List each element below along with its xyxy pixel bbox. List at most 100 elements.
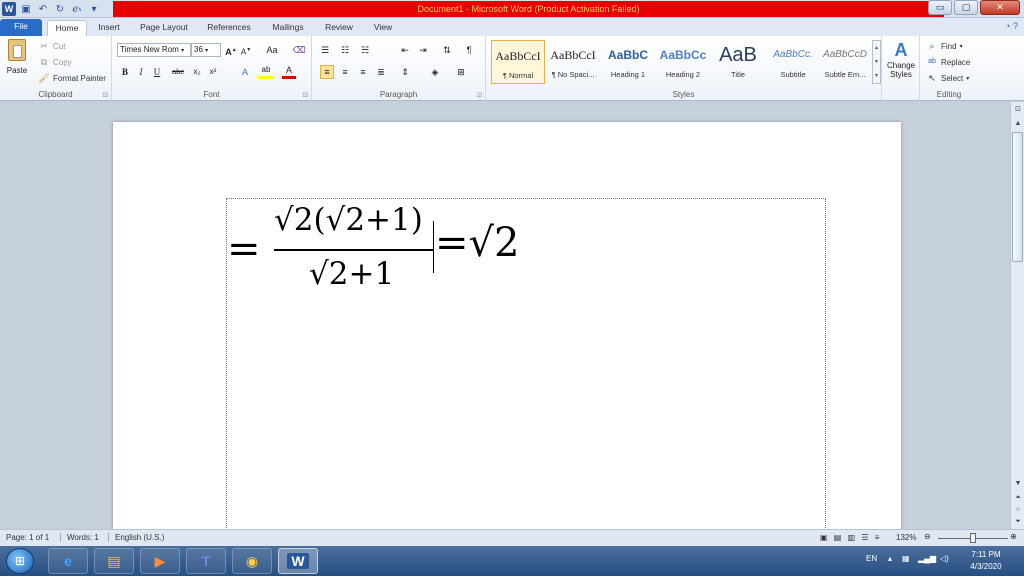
- teams-icon[interactable]: T: [186, 548, 226, 574]
- tray-clock[interactable]: 7:11 PM 4/3/2020: [958, 549, 1014, 573]
- undo-icon[interactable]: ↶: [36, 2, 50, 16]
- tray-volume-icon[interactable]: ◁): [940, 554, 949, 563]
- customize-qat-icon[interactable]: ▾: [87, 2, 101, 16]
- zoom-slider-thumb[interactable]: [970, 533, 976, 543]
- change-case-button[interactable]: Aa: [262, 43, 282, 57]
- paragraph-launcher-icon[interactable]: ◲: [476, 91, 482, 98]
- vertical-scrollbar[interactable]: ⊡ ▲ ▼ ⏶ ○ ⏷: [1010, 102, 1024, 529]
- justify-icon[interactable]: ≣: [374, 65, 388, 79]
- replace-button[interactable]: ab Replace: [926, 56, 970, 68]
- text-effects-button[interactable]: A: [238, 65, 252, 79]
- style-normal[interactable]: AaBbCcI ¶ Normal: [491, 40, 545, 84]
- superscript-button[interactable]: x²: [206, 65, 220, 79]
- bullets-icon[interactable]: ☰: [318, 43, 332, 57]
- italic-button[interactable]: I: [134, 65, 148, 79]
- view-buttons[interactable]: ▣ ▤ ▥ ☰ ≡: [820, 533, 881, 542]
- change-styles-button[interactable]: A Change Styles: [884, 39, 918, 79]
- window-title: Document1 - Microsoft Word (Product Acti…: [113, 1, 944, 17]
- tab-home[interactable]: Home: [47, 20, 87, 36]
- styles-scroll[interactable]: ▴ ▾ ▾: [872, 40, 881, 84]
- font-size-combo[interactable]: 36 ▾: [191, 43, 221, 57]
- next-page-icon[interactable]: ⏷: [1012, 516, 1024, 528]
- increase-indent-icon[interactable]: ⇥: [416, 43, 430, 57]
- word-taskbar-icon[interactable]: W: [278, 548, 318, 574]
- grow-font-button[interactable]: A▲: [224, 43, 238, 57]
- equation-box[interactable]: = √2(√2+1) √2+1 =√2: [226, 198, 826, 529]
- document-page[interactable]: = √2(√2+1) √2+1 =√2: [113, 122, 901, 529]
- tab-file[interactable]: File: [0, 19, 42, 36]
- start-button[interactable]: ⊞: [6, 548, 34, 574]
- align-left-icon[interactable]: ≡: [320, 65, 334, 79]
- scroll-up-icon[interactable]: ▲: [1012, 118, 1024, 130]
- tab-review[interactable]: Review: [318, 20, 360, 36]
- tray-expand-icon[interactable]: ▴: [888, 554, 892, 563]
- tab-references[interactable]: References: [200, 20, 258, 36]
- strikethrough-button[interactable]: abc: [168, 65, 188, 79]
- highlight-button[interactable]: ab: [258, 65, 274, 79]
- chrome-icon[interactable]: ◉: [232, 548, 272, 574]
- scroll-thumb[interactable]: [1012, 132, 1023, 262]
- tab-insert[interactable]: Insert: [91, 20, 127, 36]
- underline-button[interactable]: U: [150, 65, 164, 79]
- bold-button[interactable]: B: [118, 65, 132, 79]
- maximize-button[interactable]: ▢: [954, 0, 978, 15]
- paste-button[interactable]: Paste: [3, 39, 31, 83]
- align-center-icon[interactable]: ≡: [338, 65, 352, 79]
- zoom-level[interactable]: 132%: [896, 533, 916, 542]
- tab-page-layout[interactable]: Page Layout: [135, 20, 193, 36]
- ruler-toggle-icon[interactable]: ⊡: [1012, 104, 1024, 116]
- align-right-icon[interactable]: ≡: [356, 65, 370, 79]
- file-explorer-icon[interactable]: ▤: [94, 548, 134, 574]
- style-subtle-emphasis[interactable]: AaBbCcD Subtle Em...: [818, 40, 872, 84]
- tab-mailings[interactable]: Mailings: [264, 20, 312, 36]
- clear-formatting-icon[interactable]: ⌫: [292, 43, 306, 57]
- zoom-out-icon[interactable]: ⊖: [924, 532, 931, 541]
- zoom-in-icon[interactable]: ⊕: [1010, 532, 1017, 541]
- help-icon[interactable]: ◔ ?: [1005, 21, 1018, 31]
- style-heading-1[interactable]: AaBbC Heading 1: [601, 40, 655, 84]
- minimize-button[interactable]: ▭: [928, 0, 952, 15]
- internet-explorer-icon[interactable]: e: [48, 548, 88, 574]
- line-spacing-icon[interactable]: ⇕: [398, 65, 412, 79]
- shrink-font-button[interactable]: A▼: [239, 43, 253, 57]
- status-language[interactable]: English (U.S.): [108, 533, 164, 542]
- font-group-label: Font: [203, 90, 220, 99]
- font-color-button[interactable]: A: [282, 65, 296, 79]
- clipboard-launcher-icon[interactable]: ◲: [102, 91, 108, 98]
- borders-icon[interactable]: ⊞: [454, 65, 468, 79]
- select-button[interactable]: ↖ Select ▾: [926, 72, 969, 84]
- find-button[interactable]: ⌕ Find ▾: [926, 40, 962, 52]
- style-heading-2[interactable]: AaBbCc Heading 2: [656, 40, 710, 84]
- numbering-icon[interactable]: ☷: [338, 43, 352, 57]
- scroll-down-icon[interactable]: ▼: [1012, 478, 1024, 490]
- tray-signal-icon[interactable]: ▂▄▆: [918, 554, 936, 563]
- sort-icon[interactable]: ⇅: [440, 43, 454, 57]
- tray-language[interactable]: EN: [866, 554, 877, 563]
- status-words[interactable]: Words: 1: [60, 533, 99, 542]
- copy-button[interactable]: ⧉ Copy: [38, 56, 72, 68]
- font-launcher-icon[interactable]: ◲: [302, 91, 308, 98]
- close-button[interactable]: ✕: [980, 0, 1020, 15]
- decrease-indent-icon[interactable]: ⇤: [398, 43, 412, 57]
- style-title[interactable]: AaB Title: [711, 40, 765, 84]
- format-painter-button[interactable]: 🖌 Format Painter: [38, 72, 106, 84]
- subscript-button[interactable]: x₂: [190, 65, 204, 79]
- show-formatting-icon[interactable]: ¶: [462, 43, 476, 57]
- multilevel-list-icon[interactable]: ☵: [358, 43, 372, 57]
- font-name-combo[interactable]: Times New Rom ▾: [117, 43, 191, 57]
- word-logo-icon[interactable]: W: [2, 2, 16, 16]
- style-no-spacing[interactable]: AaBbCcI ¶ No Spaci...: [546, 40, 600, 84]
- shading-icon[interactable]: ◈: [428, 65, 442, 79]
- style-subtitle[interactable]: AaBbCc. Subtitle: [766, 40, 820, 84]
- previous-page-icon[interactable]: ⏶: [1012, 492, 1024, 504]
- save-icon[interactable]: ▣: [19, 2, 33, 16]
- tray-network-icon[interactable]: ▦: [902, 554, 910, 563]
- redo-icon[interactable]: ↻: [53, 2, 67, 16]
- paintbrush-icon: 🖌: [38, 73, 50, 83]
- media-player-icon[interactable]: ▶: [140, 548, 180, 574]
- equation-icon[interactable]: ex: [70, 2, 84, 16]
- cut-button[interactable]: ✂ Cut: [38, 40, 65, 52]
- select-browse-object-icon[interactable]: ○: [1012, 504, 1024, 516]
- status-page[interactable]: Page: 1 of 1: [6, 533, 49, 542]
- tab-view[interactable]: View: [366, 20, 400, 36]
